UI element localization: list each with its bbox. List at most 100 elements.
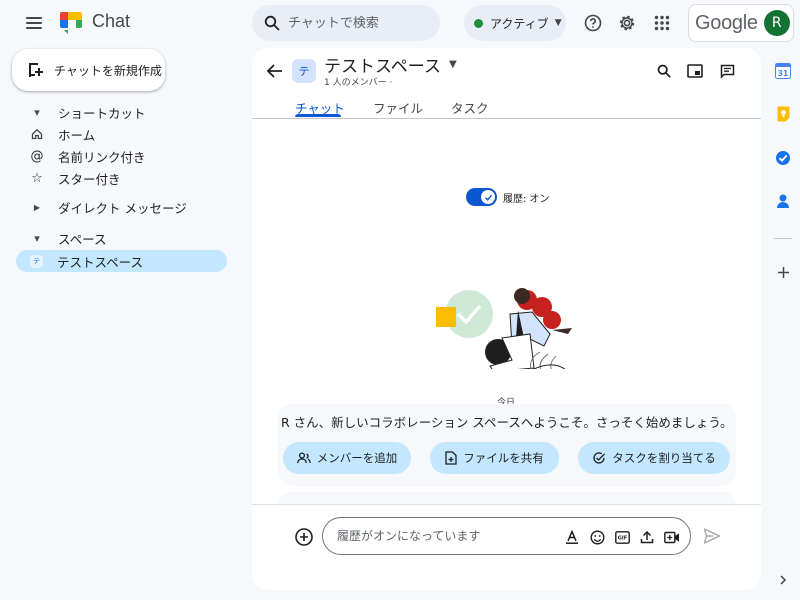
status-label: アクティブ [490,16,549,31]
send-icon[interactable] [702,526,722,546]
chevron-right-icon [780,575,787,585]
member-count[interactable]: 1 人のメンバー · [324,75,392,88]
picture-in-picture-icon [687,64,703,78]
upload-icon[interactable] [638,528,656,546]
section-spaces[interactable]: ▾ スペース [30,227,107,249]
section-shortcuts[interactable]: ▾ ショートカット [30,101,146,123]
caret-right-icon: ▶ [33,202,41,212]
video-meeting-icon[interactable] [663,528,681,546]
sidebar-item-label: 名前リンク付き [58,149,146,165]
sidebar-item-label: ホーム [58,127,96,143]
history-toggle[interactable] [466,188,497,206]
help-icon [584,14,602,32]
back-arrow-icon[interactable] [264,60,286,82]
chevron-down-icon: ▼ [448,59,457,70]
section-direct-messages[interactable]: ▶ ダイレクト メッセージ [30,196,187,218]
sidebar-item-test-space[interactable]: テ テストスペース [16,250,227,272]
calendar-icon: 31 [775,63,791,79]
space-title: テストスペース [324,57,441,77]
sidebar-item-home[interactable]: ホーム [30,123,95,145]
keep-app-button[interactable] [772,103,794,125]
status-active-dot-icon [474,18,483,28]
task-icon [593,452,606,464]
threads-button[interactable] [716,60,738,82]
new-chat-button[interactable]: チャットを新規作成 [12,49,165,91]
apps-button[interactable] [648,9,676,37]
emoji-icon[interactable] [588,528,606,546]
threads-icon [720,64,734,79]
side-panel-divider [774,238,792,239]
main-menu-button[interactable] [22,11,46,35]
status-dropdown[interactable]: アクティブ ▼ [464,5,566,41]
svg-text:GIF: GIF [617,535,626,541]
star-icon: ☆ [31,170,43,186]
app-title: Chat [92,11,131,31]
space-avatar: テ [30,254,43,268]
search-icon [657,64,671,78]
help-button[interactable] [579,9,607,37]
welcome-illustration [436,288,572,369]
keep-icon [777,106,789,122]
space-avatar: テ [292,59,316,83]
format-text-icon[interactable] [563,528,581,546]
svg-text:31: 31 [778,69,788,78]
pop-out-button[interactable] [684,60,706,82]
conversation-panel: テ テストスペース ▼ 1 人のメンバー · チャット ファイル タスク 履歴:… [252,48,761,590]
add-members-button[interactable]: メンバーを追加 [283,442,411,474]
tasks-icon [776,151,790,165]
message-composer[interactable]: GIF [322,517,691,555]
home-icon [30,128,44,140]
tab-tasks[interactable]: タスク [451,98,489,117]
contacts-icon [777,194,789,208]
search-input[interactable] [288,15,428,31]
message-input[interactable] [337,529,557,543]
sidebar-item-label: スター付き [58,171,121,187]
settings-icon [619,15,635,31]
section-shortcuts-label: ショートカット [58,105,146,121]
active-tab-indicator [295,114,341,117]
tab-files[interactable]: ファイル [373,98,423,117]
google-wordmark: Google [695,11,758,34]
new-chat-label: チャットを新規作成 [54,63,162,78]
at-mention-icon: @ [30,148,44,164]
new-chat-icon [29,63,43,77]
add-members-label: メンバーを追加 [316,451,398,465]
section-spaces-label: スペース [58,231,107,247]
calendar-app-button[interactable]: 31 [772,60,794,82]
caret-down-icon: ▾ [34,231,40,245]
sidebar-item-mentions[interactable]: @ 名前リンク付き [30,145,146,167]
settings-button[interactable] [613,9,641,37]
avatar[interactable]: R [763,10,790,36]
space-title-button[interactable]: テストスペース ▼ [324,52,457,77]
composer-divider [252,504,761,505]
share-file-button[interactable]: ファイルを共有 [430,442,559,474]
assign-task-label: タスクを割り当てる [612,451,716,465]
account-switcher[interactable]: Google R [688,4,794,42]
welcome-card: R さん、新しいコラボレーション スペースへようこそ。さっそく始めましょう。 メ… [278,404,736,486]
member-count-label: 1 人のメンバー [324,78,387,88]
history-label: 履歴: オン [503,194,550,205]
search-bar[interactable] [252,5,440,41]
google-chat-logo-icon [60,12,82,34]
file-icon [445,451,457,465]
plus-icon [777,266,789,278]
assign-task-button[interactable]: タスクを割り当てる [578,442,730,474]
gif-icon[interactable]: GIF [613,528,631,546]
add-content-icon[interactable] [294,527,314,547]
caret-down-icon: ▾ [34,105,40,119]
add-people-icon [296,452,311,464]
apps-grid-icon [654,15,670,31]
checkmark-icon [481,190,495,204]
sidebar-item-starred[interactable]: ☆ スター付き [30,167,121,189]
share-file-label: ファイルを共有 [463,451,544,465]
tasks-app-button[interactable] [772,147,794,169]
search-in-space-button[interactable] [653,60,675,82]
sidebar-item-label: テストスペース [57,254,144,270]
section-direct-messages-label: ダイレクト メッセージ [58,200,187,216]
search-icon [264,15,280,31]
contacts-app-button[interactable] [772,190,794,212]
chevron-down-icon: ▼ [554,18,562,28]
get-addons-button[interactable] [772,261,794,283]
expand-side-panel-button[interactable] [772,569,794,591]
welcome-message: R さん、新しいコラボレーション スペースへようこそ。さっそく始めましょう。 [281,415,733,430]
